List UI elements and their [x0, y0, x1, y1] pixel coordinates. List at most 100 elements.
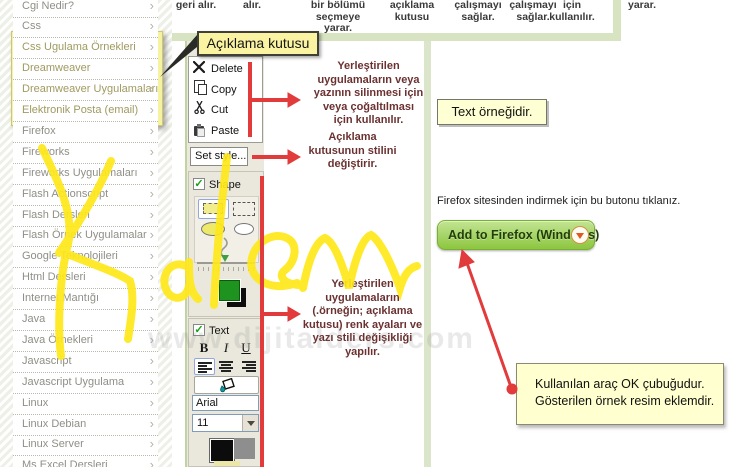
sidebar-item-label: Linux Server — [22, 434, 84, 454]
chevron-right-icon: › — [150, 434, 154, 454]
shape-checkbox[interactable]: ✓ — [193, 178, 205, 190]
chevron-right-icon: › — [150, 16, 154, 36]
chevron-right-icon: › — [150, 455, 154, 467]
sidebar-item[interactable]: Internet Mantığı› — [13, 288, 158, 310]
callout-ok-toolbar: Kullanılan araç OK çubuğudur. Gösterilen… — [516, 363, 724, 425]
sidebar-item-label: Flash Örnek Uygulamalar — [22, 225, 147, 245]
callout-aciklama-kutusu: Açıklama kutusu — [197, 31, 319, 56]
outline-rectangle-tool[interactable] — [233, 202, 255, 216]
dropdown-button[interactable] — [242, 415, 258, 431]
sidebar-item[interactable]: Ms Excel Dersleri› — [13, 455, 158, 467]
chevron-down-icon — [576, 233, 584, 239]
align-right-icon — [242, 361, 256, 363]
chevron-right-icon: › — [150, 414, 154, 434]
menu-item-label: Delete — [211, 63, 243, 75]
copy-icon — [191, 80, 207, 100]
sidebar-item[interactable]: Flash Actionscript› — [13, 184, 158, 206]
sidebar-item[interactable]: Fireworks Uygulamaları› — [13, 163, 158, 185]
sidebar-item-label: Dreamweaver — [22, 58, 90, 78]
sidebar-item[interactable]: Css Ugulama Örnekleri› — [13, 37, 158, 59]
sidebar-item-label: Firefox — [22, 121, 56, 141]
text-secondary-color-swatch[interactable] — [234, 438, 255, 459]
menu-item-label: Cut — [211, 104, 228, 116]
sidebar-item-label: Flash Dersleri — [22, 205, 90, 225]
sidebar-item-label: Linux Debian — [22, 414, 86, 434]
sidebar-item[interactable]: Flash Dersleri › — [13, 205, 158, 227]
chevron-right-icon: › — [150, 0, 154, 16]
outline-ellipse-tool[interactable] — [234, 223, 254, 235]
chevron-right-icon: › — [150, 58, 154, 78]
sidebar-menu: Cgi Nedir?›Css›Css Ugulama Örnekleri›Dre… — [13, 0, 158, 467]
sidebar-item[interactable]: Linux Server › — [13, 434, 158, 456]
context-menu: Delete Copy Cut Paste — [188, 56, 263, 143]
sidebar-item[interactable]: Java Örnekleri› — [13, 330, 158, 352]
sidebar-item[interactable]: Linux Debian › — [13, 414, 158, 436]
align-left-button[interactable] — [194, 358, 215, 375]
menu-item-label: Copy — [211, 84, 237, 96]
font-name-field[interactable]: Arial — [192, 395, 259, 411]
sidebar-item[interactable]: Java› — [13, 309, 158, 331]
font-size-dropdown[interactable]: 11 — [192, 414, 259, 432]
font-size-value: 11 — [197, 417, 208, 429]
sidebar-item[interactable]: Javascript› — [13, 351, 158, 373]
sidebar-item[interactable]: Css› — [13, 16, 158, 38]
sidebar-item-label: Javascript — [22, 351, 72, 371]
chevron-right-icon: › — [150, 246, 154, 266]
menu-item-delete[interactable]: Delete — [191, 59, 261, 79]
text-extra-color-swatch[interactable] — [214, 461, 240, 467]
chevron-right-icon: › — [150, 121, 154, 141]
sidebar-item-label: Cgi Nedir? — [22, 0, 74, 16]
align-right-button[interactable] — [238, 358, 259, 375]
sidebar-item-label: Java Örnekleri — [22, 330, 93, 350]
shape-primary-color-swatch[interactable] — [219, 280, 240, 301]
slider-thumb[interactable] — [221, 255, 229, 262]
note-set-style: Açıklama kutusunun stilini değiştirir. — [295, 131, 410, 172]
menu-item-copy[interactable]: Copy — [191, 80, 261, 100]
shape-tools-box — [194, 196, 259, 263]
sidebar-item-label: Html Dersleri — [22, 267, 86, 287]
shape-label: Shape — [209, 179, 241, 191]
sidebar-item-label: Java — [22, 309, 45, 329]
note-delete-copy-cut-paste: Yerleştirilen uygulamaların veya yazının… — [300, 60, 437, 128]
sidebar-item[interactable]: Google Teknolojileri › — [13, 246, 158, 268]
set-style-button[interactable]: Set style... — [190, 147, 248, 166]
sidebar-item[interactable]: Firefox › — [13, 121, 158, 143]
top-table-cell: yarar. — [597, 0, 687, 12]
align-center-button[interactable] — [216, 358, 237, 375]
chevron-right-icon: › — [150, 100, 154, 120]
menu-item-paste[interactable]: Paste — [191, 121, 261, 141]
sidebar-item[interactable]: Linux› — [13, 393, 158, 415]
sidebar-item-label: Dreamweaver Uygulamaları — [22, 79, 158, 99]
chevron-right-icon: › — [150, 79, 154, 99]
text-example-box: Text örneğidir. — [437, 99, 547, 125]
sidebar-item[interactable]: Html Dersleri› — [13, 267, 158, 289]
sidebar-item[interactable]: Dreamweaver Uygulamaları› — [13, 79, 158, 101]
sidebar-item[interactable]: Dreamweaver › — [13, 58, 158, 80]
chevron-right-icon: › — [150, 372, 154, 392]
chevron-right-icon: › — [150, 37, 154, 57]
add-to-firefox-button[interactable]: Add to Firefox (Windows) — [437, 220, 595, 250]
shape-section: ✓ Shape — [188, 171, 264, 317]
sidebar-item-label: Fireworks — [22, 142, 70, 162]
menu-item-cut[interactable]: Cut — [191, 100, 261, 120]
dropdown-arrow-badge[interactable] — [571, 226, 589, 244]
delete-icon — [191, 59, 207, 79]
chevron-right-icon: › — [150, 163, 154, 183]
filled-rectangle-tool[interactable] — [198, 199, 229, 219]
sidebar-item[interactable]: Cgi Nedir? › — [13, 0, 158, 18]
sidebar-item-label: Linux — [22, 393, 48, 413]
fill-color-button[interactable] — [194, 376, 259, 394]
sidebar-item-label: Flash Actionscript — [22, 184, 108, 204]
sidebar-item-label: Javascript Uygulama — [22, 372, 124, 392]
chevron-right-icon: › — [150, 205, 154, 225]
sidebar-item[interactable]: Elektronik Posta (email)› — [13, 100, 158, 122]
sidebar-item[interactable]: Fireworks› — [13, 142, 158, 164]
watermark-text: www.dijitalders.com — [148, 322, 475, 356]
sidebar-item-label: Google Teknolojileri — [22, 246, 118, 266]
text-primary-color-swatch[interactable] — [209, 438, 235, 463]
sidebar-item[interactable]: Javascript Uygulama › — [13, 372, 158, 394]
shape-size-slider[interactable] — [197, 262, 255, 264]
firefox-instruction-text: Firefox sitesinden indirmek için bu buto… — [437, 195, 680, 207]
filled-ellipse-tool[interactable] — [201, 222, 225, 236]
sidebar-item[interactable]: Flash Örnek Uygulamalar› — [13, 225, 158, 247]
